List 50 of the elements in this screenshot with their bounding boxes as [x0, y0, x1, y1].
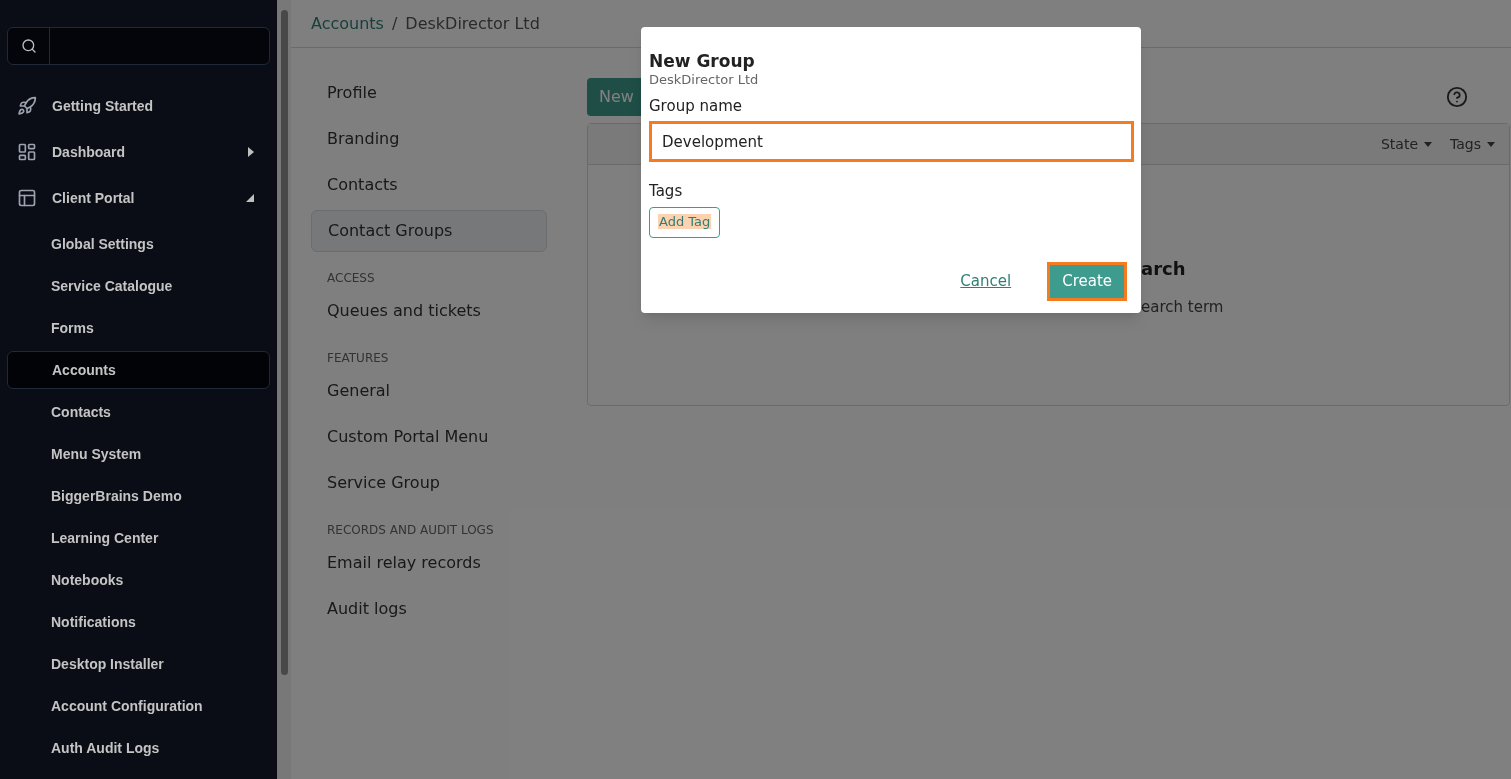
- help-icon[interactable]: [1446, 86, 1468, 108]
- filter-dropdown[interactable]: Tags: [1450, 133, 1495, 155]
- group-name-field[interactable]: Development: [649, 121, 1134, 162]
- sidebar-item[interactable]: Accounts: [7, 351, 270, 389]
- empty-state-title: arch: [1141, 257, 1187, 281]
- sidebar-item[interactable]: Getting Started: [7, 87, 270, 125]
- breadcrumb-separator: /: [391, 12, 398, 35]
- settings-nav-item[interactable]: Email relay records: [311, 542, 547, 584]
- section-heading: RECORDS AND AUDIT LOGS: [326, 522, 495, 539]
- sidebar-item[interactable]: Auth Audit Logs: [7, 729, 270, 767]
- settings-nav-item[interactable]: Contacts: [311, 164, 547, 206]
- sidebar-item[interactable]: Service Catalogue: [7, 267, 270, 305]
- breadcrumb-current: DeskDirector Ltd: [405, 12, 540, 35]
- dashboard-icon: [17, 142, 37, 162]
- settings-nav-item[interactable]: Audit logs: [311, 588, 547, 630]
- sidebar-item[interactable]: Menu System: [7, 435, 270, 473]
- sidebar-item[interactable]: Dashboard: [7, 133, 270, 171]
- window-icon: [17, 188, 37, 208]
- field-label: Tags: [649, 181, 684, 202]
- empty-state-message: earch term: [1141, 297, 1225, 318]
- sidebar-item[interactable]: Notifications: [7, 603, 270, 641]
- sidebar-item[interactable]: Client Portal: [7, 179, 270, 217]
- sidebar-item[interactable]: Notebooks: [7, 561, 270, 599]
- section-heading: FEATURES: [326, 350, 390, 367]
- filter-dropdown[interactable]: State: [1380, 133, 1432, 155]
- settings-nav-item[interactable]: Branding: [311, 118, 547, 160]
- settings-nav-item[interactable]: Contact Groups: [311, 210, 547, 252]
- sidebar-item[interactable]: Forms: [7, 309, 270, 347]
- caret-icon: [1424, 141, 1432, 147]
- sidebar-item[interactable]: Learning Center: [7, 519, 270, 557]
- settings-nav-item[interactable]: Service Group: [311, 462, 547, 504]
- settings-nav-item[interactable]: Custom Portal Menu: [311, 416, 547, 458]
- search-icon: [20, 38, 37, 54]
- field-label: Group name: [649, 95, 743, 117]
- settings-nav-item[interactable]: General: [311, 370, 547, 412]
- sidebar-item[interactable]: Global Settings: [7, 225, 270, 263]
- dialog-subtitle: DeskDirector Ltd: [649, 72, 760, 89]
- search-field[interactable]: [7, 27, 270, 65]
- cancel-link[interactable]: Cancel: [960, 270, 1012, 293]
- sidebar-item[interactable]: Desktop Installer: [7, 645, 270, 683]
- dialog-title: New Group: [649, 51, 756, 73]
- sidebar-item[interactable]: Contacts: [7, 393, 270, 431]
- settings-nav-item[interactable]: Profile: [311, 72, 547, 114]
- sidebar-item[interactable]: BiggerBrains Demo: [7, 477, 270, 515]
- rocket-icon: [17, 96, 37, 116]
- sidebar-item[interactable]: Account Configuration: [7, 687, 270, 725]
- caret-icon: [1487, 141, 1495, 147]
- scrollbar[interactable]: [277, 0, 291, 779]
- settings-nav-item[interactable]: Queues and tickets: [311, 290, 547, 332]
- section-heading: ACCESS: [326, 270, 376, 287]
